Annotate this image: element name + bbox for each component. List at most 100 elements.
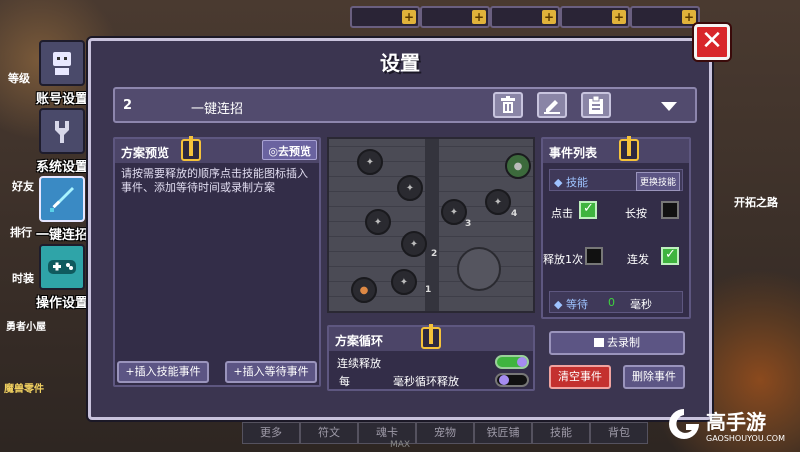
dialog-title: 设置 — [380, 51, 420, 75]
add-currency-icon[interactable]: + — [472, 10, 486, 24]
preview-header: 方案预览 ◎去预览 — [115, 136, 319, 163]
click-checkbox[interactable] — [579, 201, 597, 219]
skill-node[interactable]: ✦ — [365, 209, 391, 235]
tab-control-settings[interactable]: 操作设置 — [30, 244, 94, 311]
gamepad-icon — [39, 244, 85, 290]
change-skill-button[interactable]: 更换技能 — [635, 172, 680, 191]
interval-loop-label: 毫秒循环释放 — [393, 375, 459, 388]
release-once-label: 释放1次 — [543, 253, 583, 266]
preview-panel: 方案预览 ◎去预览 请按需要释放的顺序点击技能图标插入事件、添加等待时间或录制方… — [113, 136, 321, 387]
watermark-name: 高手游 — [706, 410, 766, 434]
clip-icon — [619, 136, 639, 161]
tab-label: 操作设置 — [35, 296, 88, 311]
clip-icon — [421, 324, 441, 349]
skill-node[interactable]: ● — [351, 277, 377, 303]
event-list-title: 事件列表 — [549, 146, 598, 160]
copy-preset-button[interactable] — [581, 92, 611, 118]
rapid-fire-checkbox[interactable] — [661, 247, 679, 265]
bg-label-level: 等级 — [8, 72, 30, 85]
bottom-tab-backpack[interactable]: 背包 — [590, 422, 648, 444]
preset-selector[interactable]: 2 一键连招 — [113, 87, 697, 123]
loop-panel: 方案循环 连续释放 每 毫秒循环释放 — [327, 324, 535, 391]
skill-order-number: 3 — [465, 219, 472, 229]
watermark: 高手游 GAOSHOUYOU.COM — [666, 404, 796, 448]
insert-wait-event-button[interactable]: +插入等待事件 — [225, 361, 317, 383]
preview-title: 方案预览 — [121, 146, 170, 160]
skill-node[interactable]: ✦ — [441, 199, 467, 225]
bottom-tab-more[interactable]: 更多 — [242, 422, 300, 444]
rapid-fire-label: 连发 — [627, 253, 649, 266]
wait-value[interactable]: 0 — [608, 296, 615, 309]
clear-events-button[interactable]: 清空事件 — [549, 365, 611, 389]
every-label: 每 — [339, 375, 350, 388]
bottom-tab-runes[interactable]: 符文 — [300, 422, 358, 444]
loop-header: 方案循环 — [329, 324, 533, 351]
bg-label-expedition: 开拓之路 — [734, 196, 778, 209]
currency-bar-1: + — [350, 6, 420, 28]
tab-label: 系统设置 — [35, 160, 88, 175]
tab-system-settings[interactable]: 系统设置 — [30, 108, 94, 175]
interval-loop-toggle[interactable] — [495, 373, 529, 387]
skill-node[interactable]: ● — [505, 153, 531, 179]
max-badge: MAX — [390, 440, 411, 450]
add-currency-icon[interactable]: + — [682, 10, 696, 24]
skill-order-number: 2 — [431, 249, 438, 259]
clipboard-icon — [589, 96, 603, 114]
joystick[interactable] — [457, 247, 501, 291]
bottom-tab-pets[interactable]: 宠物 — [416, 422, 474, 444]
chevron-down-icon[interactable] — [661, 102, 677, 111]
skill-order-number: 1 — [425, 285, 432, 295]
preset-name: 一键连招 — [191, 102, 244, 117]
preview-description: 请按需要释放的顺序点击技能图标插入事件、添加等待时间或录制方案 — [121, 167, 308, 194]
record-button[interactable]: 去录制 — [549, 331, 685, 355]
record-icon — [594, 338, 604, 347]
tab-label: 一键连招 — [35, 228, 88, 243]
delete-preset-button[interactable] — [493, 92, 523, 118]
tab-one-key-combo[interactable]: 一键连招 — [30, 176, 94, 243]
edit-icon — [544, 100, 560, 114]
bottom-tab-blacksmith[interactable]: 铁匠铺 — [474, 422, 532, 444]
insert-skill-event-button[interactable]: +插入技能事件 — [117, 361, 209, 383]
account-icon — [39, 40, 85, 86]
wait-unit: 毫秒 — [630, 298, 652, 311]
skill-node[interactable]: ✦ — [357, 149, 383, 175]
click-label: 点击 — [551, 207, 573, 220]
skill-node[interactable]: ✦ — [401, 231, 427, 257]
watermark-url: GAOSHOUYOU.COM — [706, 434, 786, 443]
close-button[interactable]: ✕ — [694, 24, 730, 60]
currency-bar-3: + — [490, 6, 560, 28]
skill-node[interactable]: ✦ — [397, 175, 423, 201]
currency-bar-4: + — [560, 6, 630, 28]
settings-dialog: 设置 2 一键连招 方案预览 ◎去预览 请按需要释放的顺序点击技能图标插入事件、… — [88, 38, 712, 420]
event-skill-row[interactable]: ◆ 技能 更换技能 — [549, 169, 683, 191]
sword-icon — [39, 176, 85, 222]
currency-bar-5: + — [630, 6, 700, 28]
skill-map[interactable]: ✦ ✦ ✦ ✦ ✦ ✦ ● ✦ ● 1 2 3 4 — [327, 137, 535, 313]
skill-node[interactable]: ✦ — [391, 269, 417, 295]
bottom-tab-skills[interactable]: 技能 — [532, 422, 590, 444]
long-press-checkbox[interactable] — [661, 201, 679, 219]
skill-event-label: ◆ 技能 — [554, 176, 588, 189]
go-preview-button[interactable]: ◎去预览 — [262, 140, 317, 160]
release-once-checkbox[interactable] — [585, 247, 603, 265]
event-wait-row[interactable]: ◆ 等待 0 毫秒 — [549, 291, 683, 313]
skill-order-number: 4 — [511, 209, 518, 219]
tab-account-settings[interactable]: 账号设置 — [30, 40, 94, 107]
edit-preset-button[interactable] — [537, 92, 567, 118]
currency-bar-2: + — [420, 6, 490, 28]
bg-label-parts: 魔兽零件 — [4, 384, 44, 395]
trash-icon — [501, 96, 515, 113]
tab-label: 账号设置 — [35, 92, 88, 107]
wrench-icon — [39, 108, 85, 154]
add-currency-icon[interactable]: + — [542, 10, 556, 24]
wait-event-label: ◆ 等待 — [554, 298, 588, 311]
event-list-panel: 事件列表 ◆ 技能 更换技能 点击 长按 释放1次 连发 ◆ 等待 0 毫秒 — [541, 136, 691, 319]
delete-event-button[interactable]: 删除事件 — [623, 365, 685, 389]
add-currency-icon[interactable]: + — [402, 10, 416, 24]
event-list-header: 事件列表 — [543, 136, 689, 163]
skill-node[interactable]: ✦ — [485, 189, 511, 215]
continuous-release-toggle[interactable] — [495, 355, 529, 369]
preset-number: 2 — [123, 98, 133, 113]
add-currency-icon[interactable]: + — [612, 10, 626, 24]
long-press-label: 长按 — [625, 207, 647, 220]
